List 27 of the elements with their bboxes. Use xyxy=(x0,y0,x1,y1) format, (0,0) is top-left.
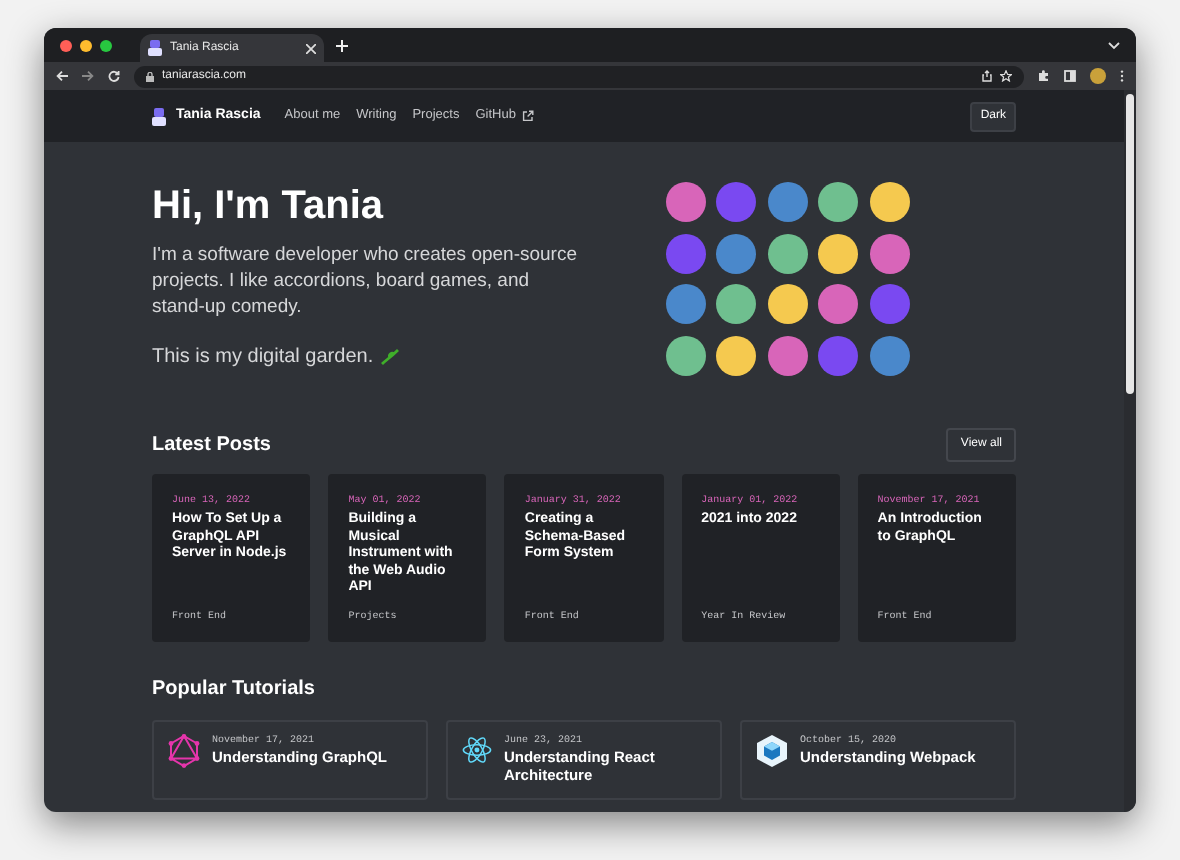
forward-icon[interactable] xyxy=(82,70,94,82)
scrollbar[interactable] xyxy=(1124,90,1136,812)
favicon-icon xyxy=(148,40,162,56)
atom-icon xyxy=(462,733,492,766)
hexagon-triangle-icon xyxy=(168,733,200,768)
external-link-icon xyxy=(521,110,534,122)
section-heading: Latest Posts xyxy=(152,431,271,460)
close-icon[interactable] xyxy=(306,43,316,53)
maximize-window-icon[interactable] xyxy=(100,39,112,51)
cube-icon xyxy=(756,733,788,768)
profile-avatar[interactable] xyxy=(1090,68,1106,84)
hero-heading: Hi, I'm Tania xyxy=(152,182,386,230)
reload-icon[interactable] xyxy=(108,70,120,82)
new-tab-icon[interactable] xyxy=(336,39,348,51)
sidebar-icon[interactable] xyxy=(1064,70,1076,82)
minimize-window-icon[interactable] xyxy=(80,39,92,51)
back-icon[interactable] xyxy=(56,70,68,82)
logo-icon xyxy=(152,107,166,125)
lock-icon xyxy=(146,71,154,81)
star-icon[interactable] xyxy=(1000,70,1012,82)
section-heading: Popular Tutorials xyxy=(152,675,317,704)
share-icon[interactable] xyxy=(982,70,992,82)
garden-text: This is my digital garden. xyxy=(152,344,374,370)
chevron-down-icon[interactable] xyxy=(1108,41,1120,49)
puzzle-icon[interactable] xyxy=(1038,70,1050,82)
close-window-icon[interactable] xyxy=(60,39,72,51)
intro-paragraph: I'm a software developer who creates open-source projects. I like accordions, board games, and stand-up comedy. xyxy=(152,242,580,320)
